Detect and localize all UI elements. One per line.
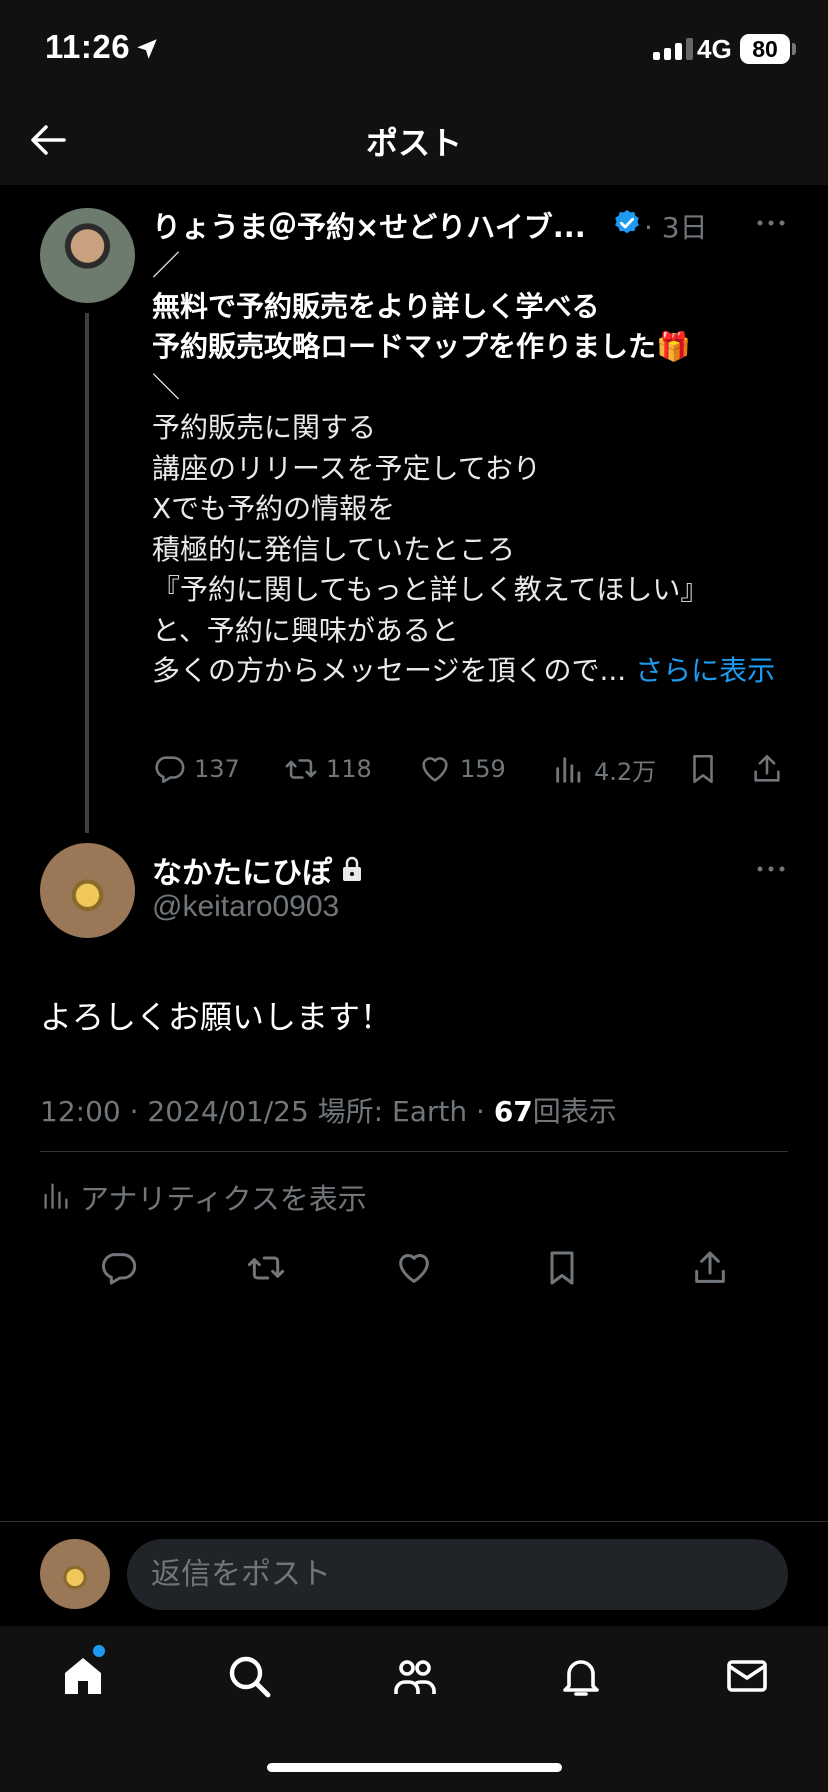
location-arrow-icon: [137, 39, 157, 59]
analytics-icon: [44, 1183, 68, 1209]
reply-input[interactable]: [127, 1539, 788, 1610]
reply-author-name[interactable]: なかたにひぽ: [152, 848, 332, 892]
post-line: Xでも予約の情報を: [152, 492, 396, 525]
post-line: 講座のリリースを予定しており: [152, 451, 541, 485]
repost-count: 118: [326, 755, 372, 783]
share-icon[interactable]: [690, 1248, 730, 1288]
bookmark-icon[interactable]: [542, 1248, 582, 1288]
share-icon: [754, 754, 780, 782]
my-avatar[interactable]: [40, 1539, 110, 1609]
post-line: 無料で予約販売をより詳しく学べる: [152, 289, 600, 323]
reply-meta-prefix: 12:00 · 2024/01/25 場所: Earth ·: [40, 1095, 494, 1128]
search-icon[interactable]: [225, 1652, 273, 1700]
reply-count: 137: [194, 755, 240, 783]
more-icon[interactable]: [756, 218, 786, 228]
reply-actions: [0, 1248, 828, 1292]
post-line: 積極的に発信していたところ: [152, 532, 516, 566]
bookmark-button[interactable]: [686, 752, 720, 786]
post-line: ＼: [152, 370, 181, 404]
repost-icon[interactable]: [246, 1248, 286, 1288]
post-actions: 137 118 159 4.2万: [152, 752, 792, 792]
post-line: 『予約に関してもっと詳しく教えてほしい』: [152, 573, 709, 606]
communities-icon[interactable]: [391, 1652, 439, 1700]
views-count: 4.2万: [594, 758, 657, 786]
author-avatar[interactable]: [40, 208, 135, 303]
post-last-line: 多くの方からメッセージを頂くので...: [152, 654, 627, 687]
thread-line: [85, 313, 89, 833]
reply-icon[interactable]: [98, 1248, 138, 1288]
divider: [40, 1151, 788, 1152]
reply-button[interactable]: 137: [152, 752, 240, 786]
like-icon: [422, 757, 448, 782]
reply-views-label: 回表示: [532, 1095, 617, 1128]
like-count: 159: [460, 755, 506, 783]
bookmark-icon: [693, 754, 713, 784]
like-button[interactable]: 159: [418, 752, 506, 786]
reply-author-avatar[interactable]: [40, 843, 135, 938]
reply-body: よろしくお願いします！: [40, 998, 393, 1036]
battery-tip: [792, 43, 796, 55]
analytics-link[interactable]: アナリティクスを表示: [80, 1176, 367, 1218]
reply-author-handle[interactable]: @keitaro0903: [152, 890, 339, 924]
home-icon[interactable]: [59, 1652, 107, 1700]
post-line: 予約販売攻略ロードマップを作りました🎁: [152, 330, 691, 363]
show-more-link[interactable]: さらに表示: [635, 654, 775, 687]
like-icon[interactable]: [394, 1248, 434, 1288]
author-name[interactable]: りょうま＠予約×せどりハイブ...: [152, 204, 586, 246]
post-line: ／: [152, 249, 181, 282]
status-time: 11:26: [45, 28, 131, 65]
repost-icon: [285, 759, 317, 779]
network-label: 4G: [697, 34, 732, 64]
reply-meta: 12:00 · 2024/01/25 場所: Earth · 67回表示: [40, 1090, 617, 1130]
battery-icon: 80: [740, 34, 790, 64]
post-line: と、予約に興味があると: [152, 613, 459, 647]
repost-button[interactable]: 118: [284, 752, 372, 786]
reply-icon: [155, 756, 185, 784]
lock-icon: [343, 856, 361, 881]
page-title: ポスト: [365, 124, 462, 162]
verified-badge-icon: [615, 209, 639, 234]
messages-icon[interactable]: [723, 1652, 771, 1700]
post-line: 予約販売に関する: [152, 411, 377, 444]
more-icon[interactable]: [756, 864, 786, 874]
notification-dot: [93, 1645, 105, 1657]
reply-views-count: 67: [493, 1095, 533, 1128]
home-indicator: [267, 1763, 562, 1772]
signal-icon: [653, 38, 693, 60]
post-time: · 3日: [644, 211, 708, 244]
views-icon: [556, 756, 581, 783]
notifications-icon[interactable]: [557, 1652, 605, 1700]
views-button[interactable]: 4.2万: [552, 752, 656, 787]
post-body[interactable]: ／ 無料で予約販売をより詳しく学べる 予約販売攻略ロードマップを作りました🎁 ＼…: [152, 246, 792, 692]
share-button[interactable]: [750, 752, 784, 786]
